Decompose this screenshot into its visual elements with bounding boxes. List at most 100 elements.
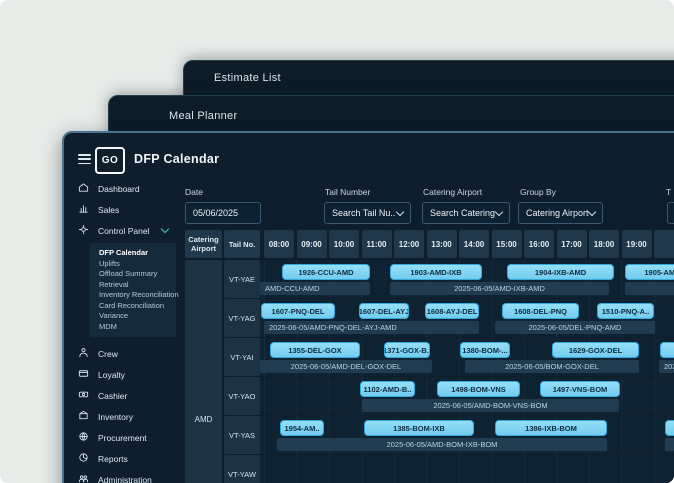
flight-bar[interactable]: 1510-PNQ-A.. (597, 303, 654, 319)
flight-bar[interactable]: 1904-IXB-AMD (507, 264, 614, 280)
time-header-cell: 18:00 (589, 230, 619, 258)
sidebar-submenu: DFP Calendar Uplifts Offload Summary Retrie… (90, 243, 179, 337)
journey-bar[interactable] (625, 282, 674, 295)
window-title: Meal Planner (169, 110, 238, 122)
sidebar-item-loyalty[interactable]: Loyalty (64, 364, 178, 385)
submenu-item-inventory-reconciliation[interactable]: Inventory Reconciliation (99, 290, 179, 301)
sidebar-item-inventory[interactable]: Inventory (64, 406, 178, 427)
wrench-icon (78, 224, 98, 237)
submenu-item-uplifts[interactable]: Uplifts (99, 259, 176, 270)
flight-bar[interactable] (665, 420, 674, 436)
tail-cell-vt-yag: VT-YAG (224, 299, 260, 337)
journey-bar[interactable]: AMD-CCU-AMD (260, 282, 370, 295)
tail-cell-vt-yaw: VT-YAW (224, 455, 260, 483)
sidebar-item-label: Administration (98, 474, 152, 483)
flight-bar[interactable]: 1629-GOX-DEL (552, 342, 639, 358)
gantt-row-vt-yai: 1355-DEL-GOX 1371-GOX-B.. 1380-BOM-... 1629… (260, 338, 674, 376)
sidebar-item-control-panel[interactable]: Control Panel (64, 220, 178, 241)
chevron-down-icon (160, 224, 170, 234)
window-dfp-calendar: GO DFP Calendar Dashboard Sales Control Pa… (62, 131, 674, 483)
sidebar-item-procurement[interactable]: Procurement (64, 427, 178, 448)
sidebar-item-label: Dashboard (98, 183, 140, 194)
time-header-cell: 11:00 (361, 230, 392, 258)
tail-number-select[interactable]: Search Tail Nu.. (324, 202, 411, 224)
submenu-item-variance[interactable]: Variance (99, 311, 176, 322)
box-icon (78, 410, 98, 423)
sidebar-item-label: Sales (98, 204, 120, 215)
flight-bar[interactable]: 1102-AMD-B.. (360, 381, 415, 397)
flight-bar[interactable]: 1905-AMD (625, 264, 674, 280)
time-header-cell (654, 230, 674, 258)
flight-bar[interactable]: 1607-PNQ-DEL (261, 303, 335, 319)
menu-hamburger-icon[interactable] (78, 154, 91, 164)
sidebar-item-reports[interactable]: Reports (64, 448, 178, 469)
sidebar-item-label: Loyalty (98, 369, 125, 380)
chevron-down-icon (587, 207, 597, 216)
time-header-cell: 15:00 (491, 230, 522, 258)
card-icon (78, 368, 98, 381)
sidebar-item-label: Inventory (98, 411, 133, 422)
submenu-item-dfp-calendar[interactable]: DFP Calendar (99, 248, 176, 259)
gantt-row-vt-yae: 1926-CCU-AMD 1903-AMD-IXB 1904-IXB-AMD 1905… (260, 260, 674, 298)
time-header-cell: 09:00 (296, 230, 327, 258)
column-header-tail-no: Tail No. (224, 230, 260, 258)
sidebar-item-crew[interactable]: Crew (64, 343, 178, 364)
submenu-item-retrieval[interactable]: Retrieval (99, 280, 176, 291)
date-input[interactable]: 05/06/2025 (185, 202, 261, 224)
window-title: Estimate List (214, 72, 281, 84)
submenu-item-card-reconciliation[interactable]: Card Reconciliation (99, 301, 176, 312)
screen: Estimate List Meal Planner GO DFP Calend… (0, 0, 674, 483)
flight-bar[interactable]: 1608-DEL-PNQ (502, 303, 579, 319)
sidebar-item-dashboard[interactable]: Dashboard (64, 178, 178, 199)
journey-bar[interactable]: 2025-06-05/DEL-PNQ-AMD (495, 321, 655, 334)
time-header-cell: 13:00 (426, 230, 457, 258)
journey-bar[interactable] (665, 438, 674, 451)
catering-airport-select[interactable]: Search Catering ... (422, 202, 510, 224)
go-logo: GO (95, 147, 125, 174)
journey-bar[interactable]: 2025-06-05/AMD-PNQ-DEL-AYJ-AMD (264, 321, 479, 334)
sidebar-item-label: Cashier (98, 390, 128, 401)
journey-bar[interactable]: 2025-06-05/AMD-DEL-GOX-DEL (260, 360, 432, 373)
journey-bar[interactable]: 2025-06-05/AMD-BOM-VNS-BOM (362, 399, 619, 412)
flight-bar[interactable]: 1497-VNS-BOM (540, 381, 620, 397)
journey-bar[interactable]: 2025-06-05/AMD-IXB-AMD (390, 282, 609, 295)
flight-bar[interactable] (660, 342, 674, 358)
extra-filter-select[interactable] (667, 202, 674, 224)
submenu-item-mdm[interactable]: MDM (99, 322, 176, 333)
gantt-row-vt-yaw (260, 455, 674, 483)
sidebar-item-label: Procurement (98, 432, 147, 443)
journey-bar[interactable]: 2025-06-05/ (659, 360, 674, 373)
sidebar-item-cashier[interactable]: Cashier (64, 385, 178, 406)
time-header-cell: 10:00 (329, 230, 359, 258)
flight-bar[interactable]: 1380-BOM-... (460, 342, 510, 358)
flight-bar[interactable]: 1954-AM.. (280, 420, 324, 436)
extra-filter-label: T (666, 187, 672, 197)
group-by-select[interactable]: Catering Airport (518, 202, 603, 224)
column-header-catering-airport: Catering Airport (185, 230, 222, 258)
submenu-item-offload-summary[interactable]: Offload Summary (99, 269, 176, 280)
flight-bar[interactable]: 1608-AYJ-DEL (425, 303, 479, 319)
person-icon (78, 347, 98, 360)
page-title: DFP Calendar (134, 152, 220, 166)
tail-cell-vt-yai: VT-YAI (224, 338, 260, 376)
flight-bar[interactable]: 1926-CCU-AMD (282, 264, 370, 280)
sidebar-item-sales[interactable]: Sales (64, 199, 178, 220)
flight-bar[interactable]: 1903-AMD-IXB (390, 264, 482, 280)
group-by-value: Catering Airport (526, 208, 589, 218)
cash-icon (78, 389, 98, 402)
sidebar-item-administration[interactable]: Administration (64, 469, 178, 483)
time-header-cell: 17:00 (556, 230, 587, 258)
journey-bar[interactable]: 2025-06-05/AMD-BOM-IXB-BOM (277, 438, 607, 451)
journey-bar[interactable]: 2025-06-05/BOM-GOX-DEL (465, 360, 639, 373)
time-header-cell: 16:00 (524, 230, 554, 258)
flight-bar[interactable]: 1355-DEL-GOX (270, 342, 360, 358)
flight-bar[interactable]: 1385-BOM-IXB (364, 420, 474, 436)
tail-cell-vt-yao: VT-YAO (224, 377, 260, 415)
sidebar-item-label: Control Panel (98, 225, 150, 236)
flight-bar[interactable]: 1386-IXB-BOM (495, 420, 607, 436)
flight-bar[interactable]: 1498-BOM-VNS (437, 381, 520, 397)
flight-bar[interactable]: 1607-DEL-AYJ (359, 303, 409, 319)
tail-number-placeholder: Search Tail Nu.. (332, 208, 396, 218)
people-icon (78, 473, 98, 483)
flight-bar[interactable]: 1371-GOX-B.. (384, 342, 430, 358)
